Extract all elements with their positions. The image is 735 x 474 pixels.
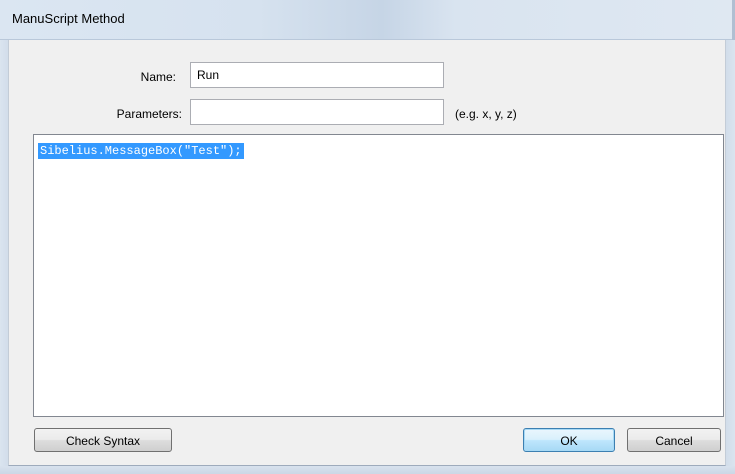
name-field[interactable]: Run — [190, 62, 444, 88]
parameters-hint: (e.g. x, y, z) — [455, 107, 517, 121]
check-syntax-button[interactable]: Check Syntax — [34, 428, 172, 452]
name-label: Name: — [140, 70, 176, 84]
ok-button[interactable]: OK — [523, 428, 615, 452]
window-frame-bottom — [0, 466, 735, 474]
window-frame-left — [0, 40, 8, 466]
manuscript-method-dialog: ManuScript Method Name: Run Parameters: … — [0, 0, 735, 474]
code-editor[interactable]: Sibelius.MessageBox("Test"); — [33, 134, 724, 417]
code-line-selected[interactable]: Sibelius.MessageBox("Test"); — [38, 143, 244, 159]
parameters-label: Parameters: — [116, 107, 182, 121]
title-bar[interactable]: ManuScript Method — [0, 0, 735, 40]
parameters-field[interactable] — [190, 99, 444, 125]
cancel-button[interactable]: Cancel — [627, 428, 721, 452]
window-frame-right — [726, 40, 735, 466]
window-title: ManuScript Method — [12, 11, 125, 26]
